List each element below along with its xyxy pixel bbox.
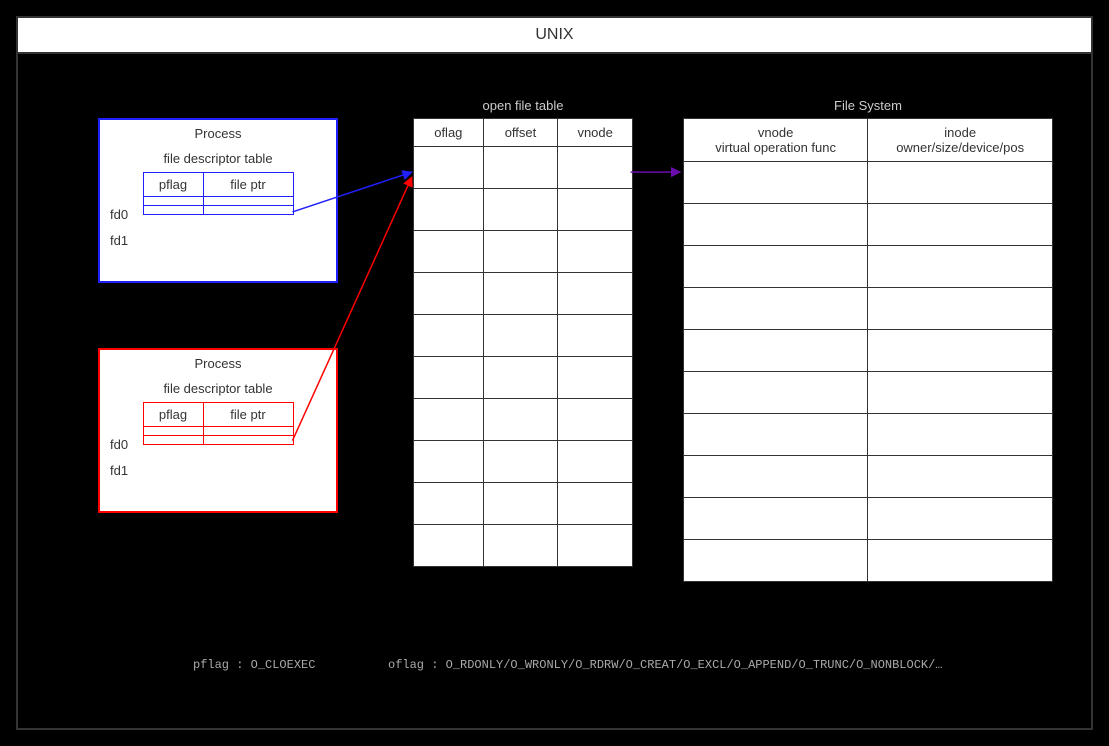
table-row (414, 441, 633, 483)
title-bar: UNIX (18, 18, 1091, 54)
file-system-label: File System (683, 98, 1053, 113)
table-row (414, 189, 633, 231)
fdt-col-fileptr: file ptr (203, 173, 293, 197)
process-a-subtitle: file descriptor table (100, 151, 336, 166)
process-box-b: Process file descriptor table pflag file… (98, 348, 338, 513)
table-row (684, 246, 1053, 288)
table-row (684, 162, 1053, 204)
table-row (684, 330, 1053, 372)
table-row (414, 399, 633, 441)
table-row (143, 206, 293, 215)
table-row (684, 288, 1053, 330)
fd-label: fd0 (110, 432, 128, 458)
table-row (414, 315, 633, 357)
table-row (143, 427, 293, 436)
table-row (684, 456, 1053, 498)
process-a-title: Process (100, 126, 336, 141)
fd-label: fd1 (110, 228, 128, 254)
table-row (414, 273, 633, 315)
fd-label: fd0 (110, 202, 128, 228)
table-row (684, 204, 1053, 246)
process-b-fdt: pflag file ptr (143, 402, 294, 445)
table-row (143, 197, 293, 206)
process-box-a: Process file descriptor table pflag file… (98, 118, 338, 283)
table-row (414, 147, 633, 189)
table-row (414, 231, 633, 273)
fs-col-vnode: vnode virtual operation func (684, 119, 868, 162)
open-file-table-label: open file table (413, 98, 633, 113)
diagram-frame: UNIX Process file descriptor table pflag… (16, 16, 1093, 730)
table-row (414, 483, 633, 525)
fs-col-inode: inode owner/size/device/pos (868, 119, 1053, 162)
footnote-pflag: pflag : O_CLOEXEC (193, 658, 315, 672)
process-a-fdt: pflag file ptr (143, 172, 294, 215)
fdt-col-pflag: pflag (143, 403, 203, 427)
diagram-title: UNIX (535, 26, 573, 43)
oft-col-offset: offset (483, 119, 558, 147)
table-row (684, 414, 1053, 456)
process-b-subtitle: file descriptor table (100, 381, 336, 396)
fdt-col-fileptr: file ptr (203, 403, 293, 427)
oft-col-oflag: oflag (414, 119, 484, 147)
footnote-oflag: oflag : O_RDONLY/O_WRONLY/O_RDRW/O_CREAT… (388, 658, 943, 672)
process-b-title: Process (100, 356, 336, 371)
table-row (684, 372, 1053, 414)
table-row (414, 525, 633, 567)
oft-col-vnode: vnode (558, 119, 633, 147)
table-row (143, 436, 293, 445)
table-row (684, 498, 1053, 540)
open-file-table: oflag offset vnode (413, 118, 633, 567)
fdt-col-pflag: pflag (143, 173, 203, 197)
table-row (684, 540, 1053, 582)
file-system-table: vnode virtual operation func inode owner… (683, 118, 1053, 582)
table-row (414, 357, 633, 399)
fd-label: fd1 (110, 458, 128, 484)
